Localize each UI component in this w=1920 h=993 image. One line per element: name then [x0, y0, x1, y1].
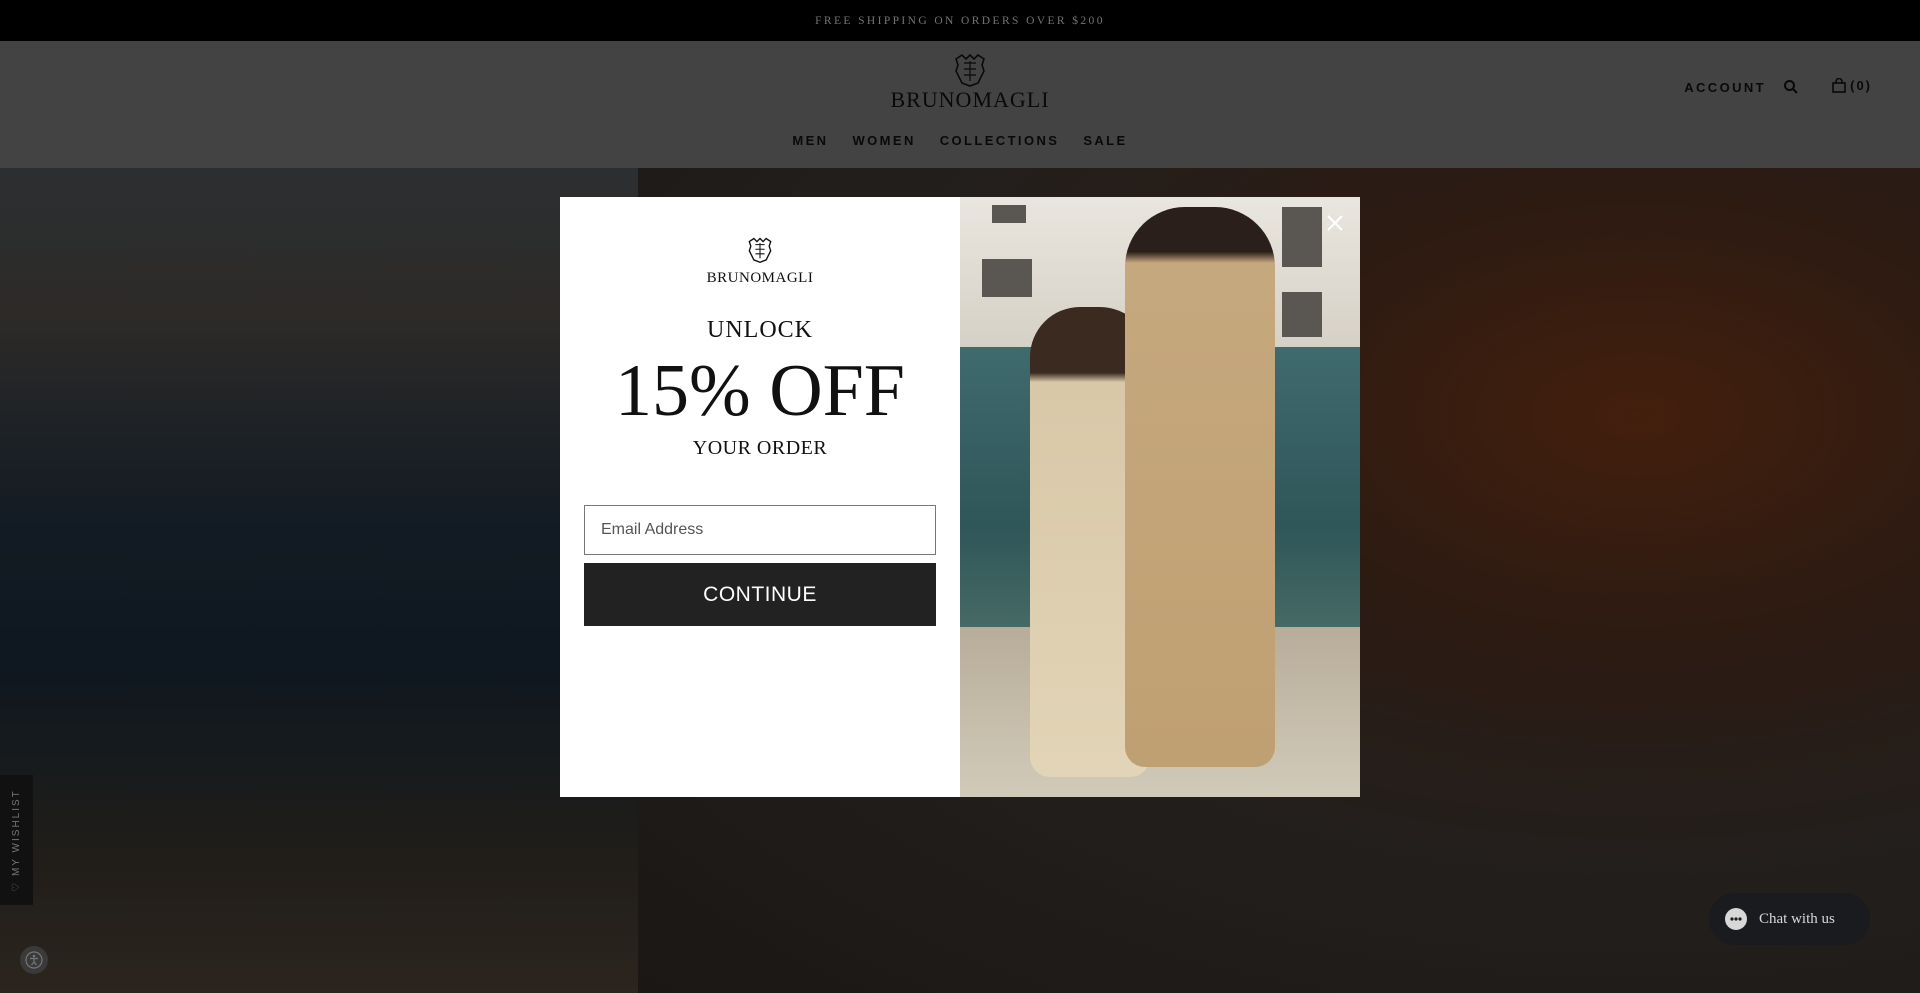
brand-crest-icon	[748, 237, 772, 263]
image-man-figure	[1125, 207, 1275, 767]
continue-button[interactable]: CONTINUE	[584, 563, 936, 626]
accessibility-button[interactable]	[20, 946, 48, 974]
chat-launcher[interactable]: Chat with us	[1709, 893, 1870, 945]
email-field[interactable]	[584, 505, 936, 555]
image-window	[1282, 207, 1322, 267]
heart-icon: ♡	[11, 875, 23, 892]
wishlist-text: MY WISHLIST	[11, 788, 23, 876]
modal-close-button[interactable]	[1319, 207, 1351, 239]
chat-label: Chat with us	[1759, 910, 1835, 927]
modal-brand-logo: BRUNOMAGLI	[695, 237, 825, 287]
modal-image	[960, 197, 1360, 797]
wishlist-label: ♡ MY WISHLIST	[11, 789, 22, 892]
wishlist-tab[interactable]: ♡ MY WISHLIST	[0, 775, 33, 905]
close-icon	[1327, 215, 1343, 231]
chat-bubble-icon	[1725, 908, 1747, 930]
accessibility-icon	[25, 951, 43, 969]
discount-modal: BRUNOMAGLI UNLOCK 15% OFF YOUR ORDER CON…	[560, 197, 1360, 797]
modal-headline-top: UNLOCK	[707, 317, 813, 343]
modal-content: BRUNOMAGLI UNLOCK 15% OFF YOUR ORDER CON…	[560, 197, 960, 797]
modal-headline-main: 15% OFF	[615, 350, 905, 432]
image-window	[982, 259, 1032, 297]
modal-brand-wordmark: BRUNOMAGLI	[706, 270, 814, 286]
image-window	[992, 205, 1026, 223]
modal-headline-bottom: YOUR ORDER	[692, 437, 828, 459]
image-window	[1282, 292, 1322, 337]
